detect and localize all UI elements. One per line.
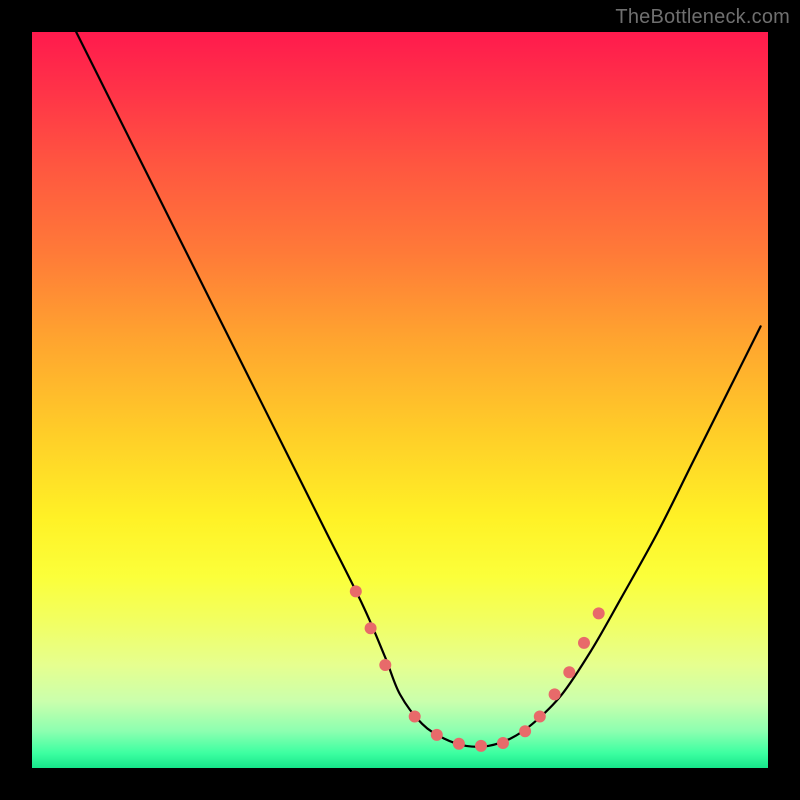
marker-dot bbox=[475, 740, 487, 752]
plot-area bbox=[32, 32, 768, 768]
marker-dot bbox=[365, 622, 377, 634]
marker-dot bbox=[534, 711, 546, 723]
marker-dot bbox=[379, 659, 391, 671]
marker-dot bbox=[453, 738, 465, 750]
marker-dot bbox=[578, 637, 590, 649]
marker-dot bbox=[519, 725, 531, 737]
watermark-text: TheBottleneck.com bbox=[615, 6, 790, 29]
marker-dot bbox=[593, 607, 605, 619]
chart-svg bbox=[32, 32, 768, 768]
marker-dot bbox=[409, 711, 421, 723]
marker-dot bbox=[431, 729, 443, 741]
marker-dot bbox=[549, 688, 561, 700]
marker-dot bbox=[497, 737, 509, 749]
chart-frame: TheBottleneck.com bbox=[0, 0, 800, 800]
marker-dot bbox=[350, 585, 362, 597]
marker-group bbox=[350, 585, 605, 752]
bottleneck-curve bbox=[76, 32, 760, 747]
marker-dot bbox=[563, 666, 575, 678]
